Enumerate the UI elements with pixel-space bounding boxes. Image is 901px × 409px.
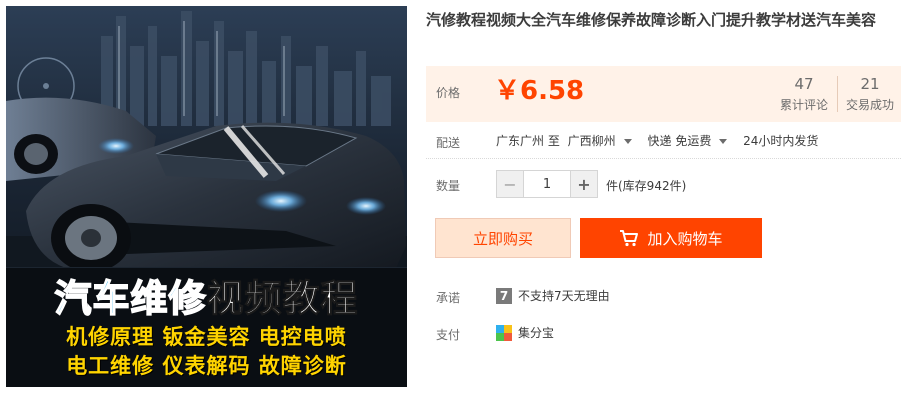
- quantity-stepper: − +: [496, 170, 598, 198]
- jifenbao-icon: [496, 324, 512, 341]
- price-label: 价格: [436, 86, 461, 100]
- shipping-to: 广西柳州: [567, 134, 616, 148]
- quantity-decrease-button[interactable]: −: [497, 171, 523, 197]
- stat-divider: [837, 76, 838, 112]
- add-to-cart-button[interactable]: 加入购物车: [580, 218, 762, 258]
- image-banner-main: 视频教程: [206, 277, 359, 321]
- quantity-increase-button[interactable]: +: [571, 171, 597, 197]
- shipping-dispatch: 24小时内发货: [743, 134, 819, 148]
- shipping-method-selector[interactable]: 快递 免运费: [648, 134, 736, 148]
- promise-info[interactable]: 7 不支持7天无理由: [496, 287, 610, 304]
- sales-count: 21: [860, 75, 880, 93]
- buy-now-button[interactable]: 立即购买: [435, 218, 571, 258]
- image-banner-highlight: 汽车维修: [54, 276, 207, 321]
- image-banner-title: 汽车维修视频教程: [6, 276, 407, 322]
- payment-label: 支付: [436, 328, 461, 342]
- quantity-label: 数量: [436, 179, 461, 193]
- reviews-count: 47: [794, 75, 814, 93]
- shipping-from: 广东广州 至: [496, 134, 560, 148]
- image-banner-sub-row-2: 电工维修 仪表解码 故障诊断: [66, 354, 347, 378]
- sales-label: 交易成功: [845, 98, 894, 112]
- shipping-method: 快递 免运费: [647, 134, 712, 148]
- seven-day-icon: 7: [496, 287, 512, 304]
- promise-text: 不支持7天无理由: [518, 289, 610, 303]
- product-title: 汽修教程视频大全汽车维修保养故障诊断入门提升教学材送汽车美容: [426, 11, 877, 29]
- payment-info[interactable]: 集分宝: [496, 324, 554, 341]
- promise-label: 承诺: [436, 291, 461, 305]
- shipping-to-selector[interactable]: 广西柳州: [568, 134, 640, 148]
- product-image[interactable]: 汽车维修视频教程 机修原理 钣金美容 电控电喷 电工维修 仪表解码 故障诊断: [6, 6, 407, 387]
- stock-text: 件(库存942件): [606, 179, 687, 193]
- payment-method: 集分宝: [518, 326, 555, 340]
- caret-down-icon: [719, 139, 728, 144]
- reviews-label: 累计评论: [779, 98, 828, 112]
- shipping-label: 配送: [436, 136, 461, 150]
- cart-icon: [620, 230, 639, 247]
- reviews-stat[interactable]: 47 累计评论: [776, 75, 832, 114]
- sales-stat: 21 交易成功: [842, 75, 898, 114]
- price-panel: 价格 ￥6.58 47 累计评论 21 交易成功: [426, 66, 901, 122]
- image-banner-sub-row-1: 机修原理 钣金美容 电控电喷: [66, 325, 347, 349]
- caret-down-icon: [623, 139, 632, 144]
- buy-now-label: 立即购买: [472, 229, 533, 248]
- divider: [426, 158, 901, 159]
- shipping-info: 广东广州 至 广西柳州 快递 免运费 24小时内发货: [496, 132, 822, 150]
- add-to-cart-label: 加入购物车: [647, 229, 723, 248]
- price-value: ￥6.58: [494, 76, 585, 106]
- quantity-input[interactable]: [523, 171, 571, 197]
